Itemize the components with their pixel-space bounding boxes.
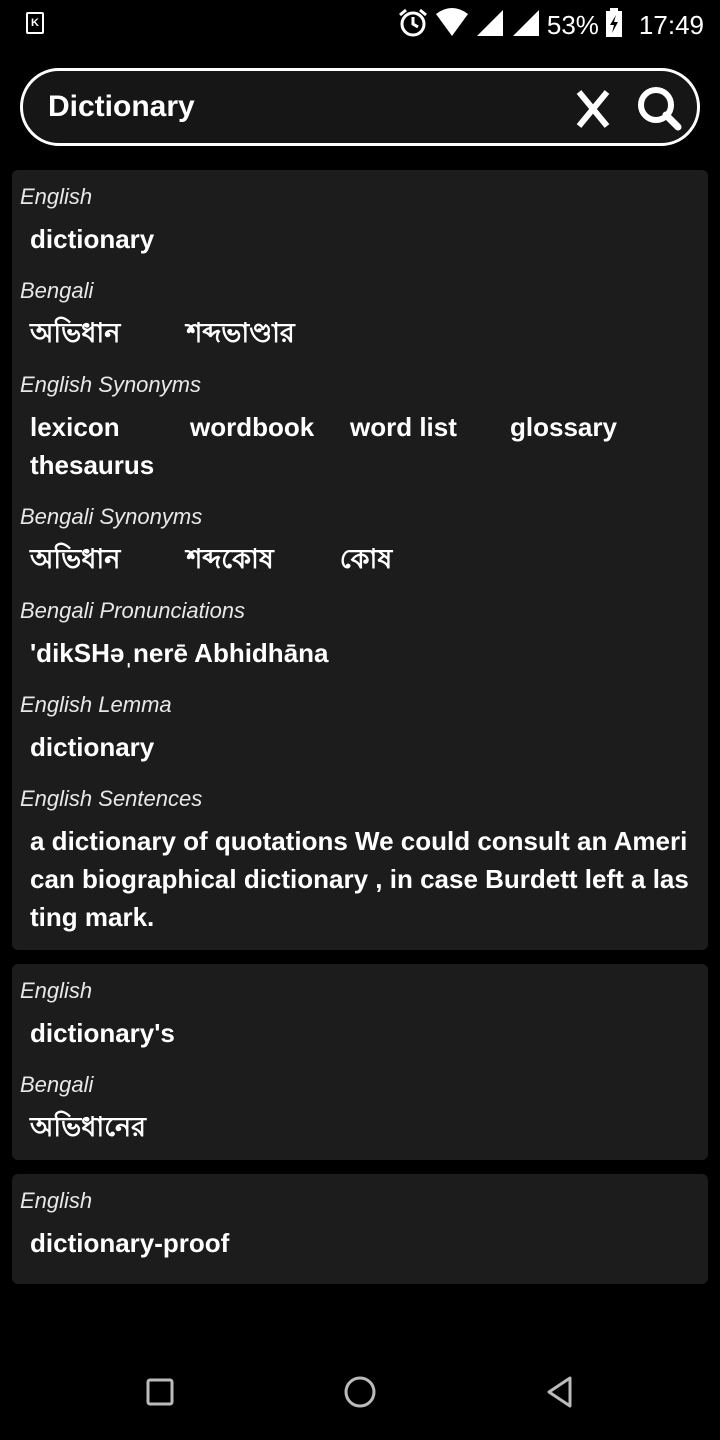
search-button[interactable]	[629, 79, 689, 137]
section-label-lemma: English Lemma	[20, 692, 172, 717]
status-bar: K 53% 17:49	[0, 0, 720, 50]
section-label-english: English	[20, 1188, 93, 1213]
battery-percentage: 53%	[546, 9, 599, 40]
word[interactable]: dictionary's	[30, 1014, 175, 1052]
section-label-sentences: English Sentences	[20, 786, 203, 811]
back-button[interactable]	[530, 1364, 590, 1420]
english-words: dictionary	[20, 220, 708, 258]
word[interactable]: শব্দভাণ্ডার	[186, 314, 294, 352]
status-icons: 53% 17:49	[397, 8, 704, 42]
square-icon	[146, 1378, 174, 1406]
search-icon	[638, 87, 682, 131]
synonym[interactable]: শব্দকোষ	[186, 540, 273, 578]
section-label-pronunciations: Bengali Pronunciations	[20, 598, 246, 623]
home-button[interactable]	[330, 1364, 390, 1420]
results-list[interactable]: English dictionary Bengali অভিধান শব্দভা…	[12, 170, 708, 1333]
section-label-english: English	[20, 978, 93, 1003]
result-card[interactable]: English dictionary's Bengali অভিধানের	[12, 964, 708, 1160]
english-synonyms: lexicon wordbook word list glossary thesaur…	[20, 408, 708, 484]
word[interactable]: অভিধান	[30, 314, 120, 352]
section-label-bengali-synonyms: Bengali Synonyms	[20, 504, 203, 529]
english-words: dictionary's	[20, 1014, 708, 1052]
bengali-synonyms: অভিধান শব্দকোষ কোষ	[20, 540, 708, 578]
synonym[interactable]: lexicon	[30, 408, 190, 446]
english-words: dictionary-proof	[20, 1224, 708, 1262]
search-bar	[20, 68, 700, 146]
section-label-bengali: Bengali	[20, 278, 94, 303]
example-sentence: a dictionary of quotations We could cons…	[30, 826, 689, 932]
section-label-english-synonyms: English Synonyms	[20, 372, 201, 397]
word[interactable]: dictionary-proof	[30, 1224, 229, 1262]
synonym[interactable]: অভিধান	[30, 540, 120, 578]
triangle-back-icon	[547, 1376, 572, 1408]
synonym[interactable]: thesaurus	[30, 446, 154, 484]
battery-charging-icon	[605, 8, 623, 42]
synonym[interactable]: wordbook	[190, 408, 350, 446]
clock: 17:49	[638, 9, 704, 40]
signal-icon	[475, 8, 505, 42]
bengali-words: অভিধান শব্দভাণ্ডার	[20, 314, 708, 352]
alarm-icon	[397, 7, 429, 43]
section-label-english: English	[20, 184, 93, 209]
synonym[interactable]: word list	[350, 408, 510, 446]
word[interactable]: অভিধানের	[30, 1108, 146, 1146]
navigation-bar	[0, 1340, 720, 1440]
bengali-words: অভিধানের	[20, 1108, 708, 1146]
synonym[interactable]: কোষ	[340, 540, 393, 578]
notification-app-icon: K	[26, 12, 44, 34]
close-icon	[576, 90, 610, 128]
result-card[interactable]: English dictionary-proof	[12, 1174, 708, 1284]
section-label-bengali: Bengali	[20, 1072, 94, 1097]
search-input[interactable]	[48, 81, 548, 133]
word[interactable]: dictionary	[30, 728, 154, 766]
recent-apps-button[interactable]	[130, 1364, 190, 1420]
circle-icon	[344, 1376, 376, 1408]
pronunciation-text: 'dikSHəˌnerē Abhidhāna	[30, 638, 329, 668]
clear-search-button[interactable]	[563, 81, 623, 137]
synonym[interactable]: glossary	[510, 408, 670, 446]
english-lemma: dictionary	[20, 728, 708, 766]
word[interactable]: dictionary	[30, 220, 154, 258]
wifi-icon	[435, 8, 469, 42]
result-card[interactable]: English dictionary Bengali অভিধান শব্দভা…	[12, 170, 708, 950]
signal-2-icon	[511, 8, 541, 42]
